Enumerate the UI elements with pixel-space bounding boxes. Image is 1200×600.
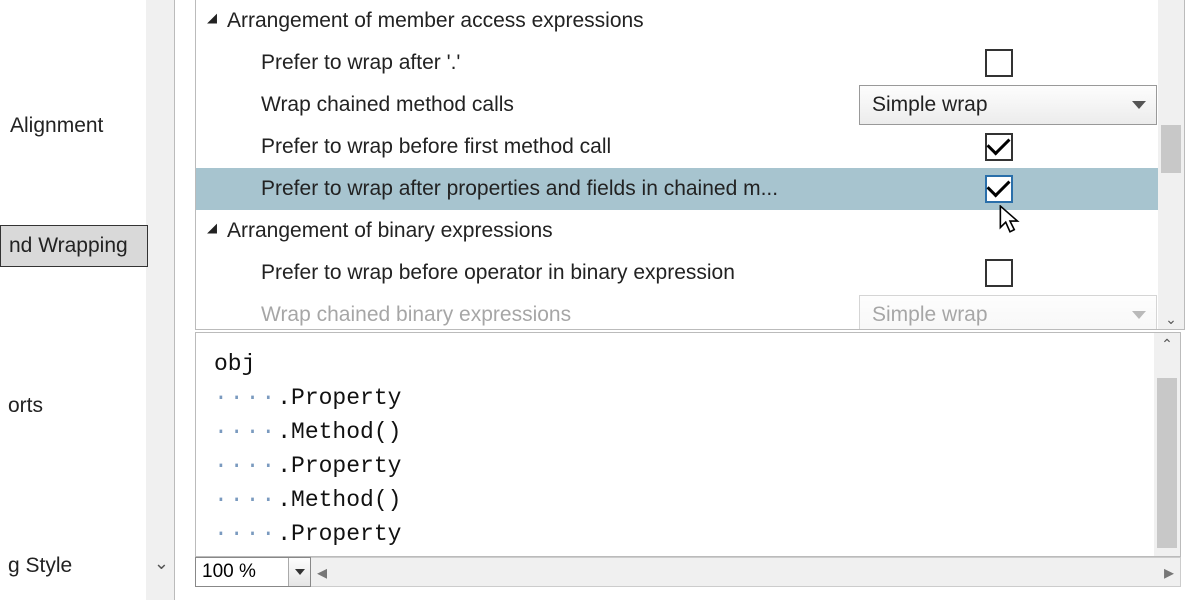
select-value: Simple wrap: [872, 303, 988, 327]
indent-dots: ····: [214, 385, 277, 411]
scroll-right-icon[interactable]: ▸: [1158, 558, 1180, 586]
settings-list: Arrangement of member access expressions…: [196, 0, 1158, 330]
option-label: Wrap chained method calls: [261, 93, 859, 117]
code-line: .Method(): [277, 419, 401, 445]
code-line: .Property: [277, 453, 401, 479]
code-line: .Property: [277, 385, 401, 411]
chevron-down-icon: [1132, 101, 1146, 109]
settings-panel: Arrangement of member access expressions…: [195, 0, 1185, 330]
zoom-toolbar: 100 % ◂ ▸: [195, 557, 1181, 587]
indent-dots: ····: [214, 521, 277, 547]
checkbox[interactable]: [985, 49, 1013, 77]
sidebar-scrolltrack[interactable]: [146, 0, 174, 600]
zoom-dropdown-button[interactable]: [288, 558, 310, 586]
vertical-scrollbar[interactable]: ⌃: [1154, 333, 1180, 557]
expand-icon: [207, 14, 222, 29]
group-header-member-access[interactable]: Arrangement of member access expressions: [196, 0, 1158, 42]
horizontal-scrollbar[interactable]: ◂ ▸: [311, 557, 1181, 587]
scroll-up-icon[interactable]: ⌃: [1154, 333, 1180, 355]
option-wrap-chained-binary[interactable]: Wrap chained binary expressions Simple w…: [196, 294, 1158, 330]
scrollbar-thumb[interactable]: [1157, 378, 1177, 548]
chevron-down-icon: ⌄: [154, 553, 169, 574]
sidebar-item-wrapping[interactable]: nd Wrapping: [0, 225, 148, 267]
mouse-cursor: [998, 205, 1022, 235]
code-preview: obj ····.Property ····.Method() ····.Pro…: [196, 333, 1154, 557]
option-label: Prefer to wrap before operator in binary…: [261, 261, 985, 285]
code-preview-panel: obj ····.Property ····.Method() ····.Pro…: [195, 332, 1181, 557]
chevron-down-icon: [295, 569, 305, 575]
option-label: Wrap chained binary expressions: [261, 303, 859, 327]
sidebar-item-orts[interactable]: orts: [0, 388, 51, 424]
sidebar-item-alignment[interactable]: Alignment: [2, 108, 111, 144]
code-line: .Property: [277, 521, 401, 547]
indent-dots: ····: [214, 453, 277, 479]
select-wrap-mode[interactable]: Simple wrap: [859, 295, 1157, 330]
scroll-down-icon[interactable]: ⌄: [1158, 308, 1184, 330]
indent-dots: ····: [214, 419, 277, 445]
option-wrap-before-first-call[interactable]: Prefer to wrap before first method call: [196, 126, 1158, 168]
checkbox[interactable]: [985, 133, 1013, 161]
select-value: Simple wrap: [872, 93, 988, 117]
scrollbar-thumb[interactable]: [1161, 125, 1181, 173]
sidebar: Alignment nd Wrapping orts g Style ⌄: [0, 0, 175, 600]
option-wrap-after-properties[interactable]: Prefer to wrap after properties and fiel…: [196, 168, 1158, 210]
expand-icon: [207, 224, 222, 239]
code-line: .Method(): [277, 487, 401, 513]
code-line: obj: [214, 351, 255, 377]
select-wrap-mode[interactable]: Simple wrap: [859, 85, 1157, 125]
chevron-down-icon: [1132, 311, 1146, 319]
group-title: Arrangement of member access expressions: [227, 9, 1158, 33]
option-wrap-before-operator[interactable]: Prefer to wrap before operator in binary…: [196, 252, 1158, 294]
zoom-select[interactable]: 100 %: [195, 557, 311, 587]
option-label: Prefer to wrap before first method call: [261, 135, 985, 159]
option-label: Prefer to wrap after '.': [261, 51, 985, 75]
scroll-left-icon[interactable]: ◂: [311, 558, 333, 586]
zoom-value: 100 %: [202, 561, 256, 583]
sidebar-item-label: g Style: [8, 554, 72, 577]
option-label: Prefer to wrap after properties and fiel…: [261, 177, 985, 201]
checkbox[interactable]: [985, 259, 1013, 287]
vertical-scrollbar[interactable]: ⌄: [1158, 0, 1184, 330]
option-wrap-chained-calls[interactable]: Wrap chained method calls Simple wrap: [196, 84, 1158, 126]
option-wrap-after-dot[interactable]: Prefer to wrap after '.': [196, 42, 1158, 84]
checkbox[interactable]: [985, 175, 1013, 203]
sidebar-item-style[interactable]: g Style ⌄: [0, 548, 175, 584]
indent-dots: ····: [214, 487, 277, 513]
